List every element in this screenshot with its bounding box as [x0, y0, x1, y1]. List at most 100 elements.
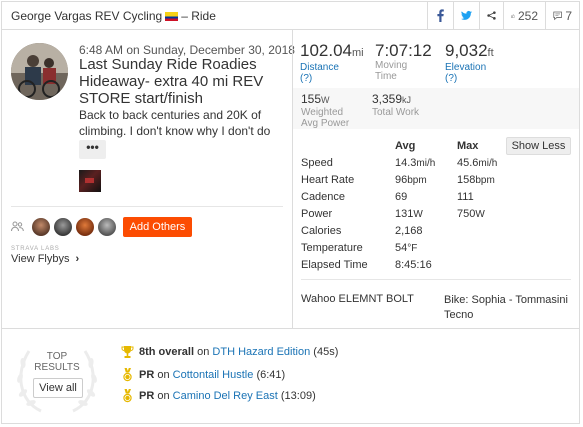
stats-row-label-value: Elapsed Time — [301, 259, 368, 271]
segment-link[interactable]: DTH Hazard Edition — [212, 346, 310, 358]
distance-info-link[interactable]: (?) — [300, 73, 364, 84]
total-work-label: Total Work — [372, 107, 420, 118]
elevation-info-link[interactable]: (?) — [445, 73, 494, 84]
stats-row-max: 158bpm — [457, 174, 495, 186]
kudos-button[interactable]: 252 — [503, 2, 545, 29]
stats-row: Elapsed Time 8:45:16 — [301, 259, 571, 275]
stats-row-avg: 69 — [395, 191, 407, 203]
twitter-icon — [461, 10, 472, 20]
stats-row: Temperature 54°F — [301, 242, 571, 258]
elevation-label[interactable]: Elevation — [445, 62, 494, 73]
stats-row-avg-value: 96 — [395, 174, 408, 186]
stats-row: Speed 14.3mi/h 45.6mi/h — [301, 157, 571, 173]
stats-row-avg-value: 8:45:16 — [395, 259, 432, 271]
stats-row-label-value: Heart Rate — [301, 174, 355, 186]
stats-row-max-value: 45.6 — [457, 157, 479, 169]
activity-title: Last Sunday Ride Roadies Hideaway- extra… — [79, 56, 264, 107]
show-less-button[interactable]: Show Less — [506, 137, 571, 155]
stats-row-avg-unit: bpm — [407, 175, 427, 186]
athlete-name-link[interactable]: George Vargas REV Cycling — [11, 9, 162, 23]
stats-row-label-value: Calories — [301, 225, 342, 237]
total-work-value: 3,359 — [372, 92, 403, 106]
stat-elevation: 9,032ft Elevation (?) — [445, 42, 494, 85]
page-title: George Vargas REV Cycling – Ride — [11, 9, 216, 23]
trophy-icon — [121, 346, 134, 358]
achievement-time: (13:09) — [280, 390, 316, 402]
stats-row: Heart Rate 96bpm 158bpm — [301, 174, 571, 190]
group-athlete-avatar[interactable] — [76, 218, 94, 236]
activity-datetime: 6:48 AM on Sunday, December 30, 2018 — [79, 43, 295, 57]
athlete-avatar[interactable] — [11, 43, 68, 100]
stats-row-avg-value: 131 — [395, 208, 414, 220]
divider — [301, 279, 571, 280]
stats-row-label: Temperature — [301, 242, 363, 254]
stats-row-max: 45.6mi/h — [457, 157, 497, 169]
stats-row-max-value: 111 — [457, 191, 474, 203]
share-button[interactable] — [479, 2, 503, 29]
comment-icon — [553, 11, 562, 21]
stats-row-label-value: Cadence — [301, 191, 346, 203]
stats-row-avg: 2,168 — [395, 225, 423, 237]
stats-row-avg-value: 14.3 — [395, 157, 417, 169]
stats-row-label: Speed — [301, 157, 333, 169]
comments-button[interactable]: 7 — [545, 2, 579, 29]
twitter-share-button[interactable] — [453, 2, 479, 29]
expand-description-button[interactable]: ••• — [79, 140, 106, 159]
distance-label[interactable]: Distance — [300, 62, 364, 73]
laurel-wreath-icon — [17, 350, 97, 413]
weighted-power-value: 155 — [301, 92, 322, 106]
view-all-results-button[interactable]: View all — [33, 378, 83, 398]
header-actions: 252 7 — [427, 2, 579, 29]
stat-total-work: 3,359kJ Total Work — [372, 92, 420, 119]
pr-medal-icon — [123, 389, 132, 403]
stats-row-max-value: 750 — [457, 208, 476, 220]
group-athlete-avatar[interactable] — [98, 218, 116, 236]
stats-row: Calories 2,168 — [301, 225, 571, 241]
activity-header: George Vargas REV Cycling – Ride 252 7 — [2, 2, 579, 30]
stats-row-max-unit: mi/h — [478, 158, 498, 169]
segment-link[interactable]: Cottontail Hustle — [173, 369, 254, 381]
activity-photo-thumbnail[interactable] — [79, 170, 101, 192]
group-athlete-avatar[interactable] — [32, 218, 50, 236]
avatar-photo — [11, 43, 68, 100]
group-icon — [11, 221, 24, 232]
stats-row-avg-unit: °F — [407, 243, 418, 254]
stats-row-avg: 8:45:16 — [395, 259, 432, 271]
stats-row-label: Cadence — [301, 191, 345, 203]
activity-type-label: – Ride — [181, 9, 216, 23]
achievement-time: (6:41) — [256, 369, 286, 381]
stats-row-avg-value: 54 — [395, 242, 408, 254]
stats-row-avg: 14.3mi/h — [395, 157, 435, 169]
max-column-header: Max — [457, 140, 479, 152]
facebook-icon — [437, 9, 444, 22]
group-athlete-avatar[interactable] — [54, 218, 72, 236]
achievement-badge: PR — [139, 390, 155, 402]
achievement-time: (45s) — [313, 346, 339, 358]
pr-medal-icon — [123, 368, 132, 382]
facebook-share-button[interactable] — [427, 2, 453, 29]
achievement-badge: 8th overall — [139, 346, 195, 358]
stats-row-avg: 54°F — [395, 242, 417, 254]
activity-card: George Vargas REV Cycling – Ride 252 7 6… — [1, 1, 580, 424]
stats-row-label: Power — [301, 208, 332, 220]
stats-row-label: Elapsed Time — [301, 259, 368, 271]
view-flybys-link[interactable]: View Flybys › — [11, 253, 79, 265]
total-work-unit: kJ — [402, 95, 412, 105]
distance-unit: mi — [352, 47, 364, 59]
view-flybys-label: View Flybys — [11, 253, 70, 265]
section-divider — [2, 328, 579, 329]
kudos-count: 252 — [517, 8, 538, 23]
segment-link[interactable]: Camino Del Rey East — [173, 390, 278, 402]
stats-row-label-value: Temperature — [301, 242, 363, 254]
add-others-button[interactable]: Add Others — [123, 217, 192, 237]
stats-row-label-value: Speed — [301, 157, 333, 169]
stats-row-avg: 131W — [395, 208, 423, 220]
stat-moving-time: 7:07:12 Moving Time — [375, 41, 432, 83]
venezuela-flag-icon — [165, 12, 179, 21]
strava-labs-label: STRAVA LABS — [11, 246, 60, 252]
column-divider — [292, 30, 293, 328]
moving-time-value: 7:07:12 — [375, 41, 432, 60]
stat-distance: 102.04mi Distance (?) — [300, 42, 364, 85]
achievement-preposition: on — [197, 346, 210, 358]
stats-row-avg-unit: mi/h — [416, 158, 436, 169]
